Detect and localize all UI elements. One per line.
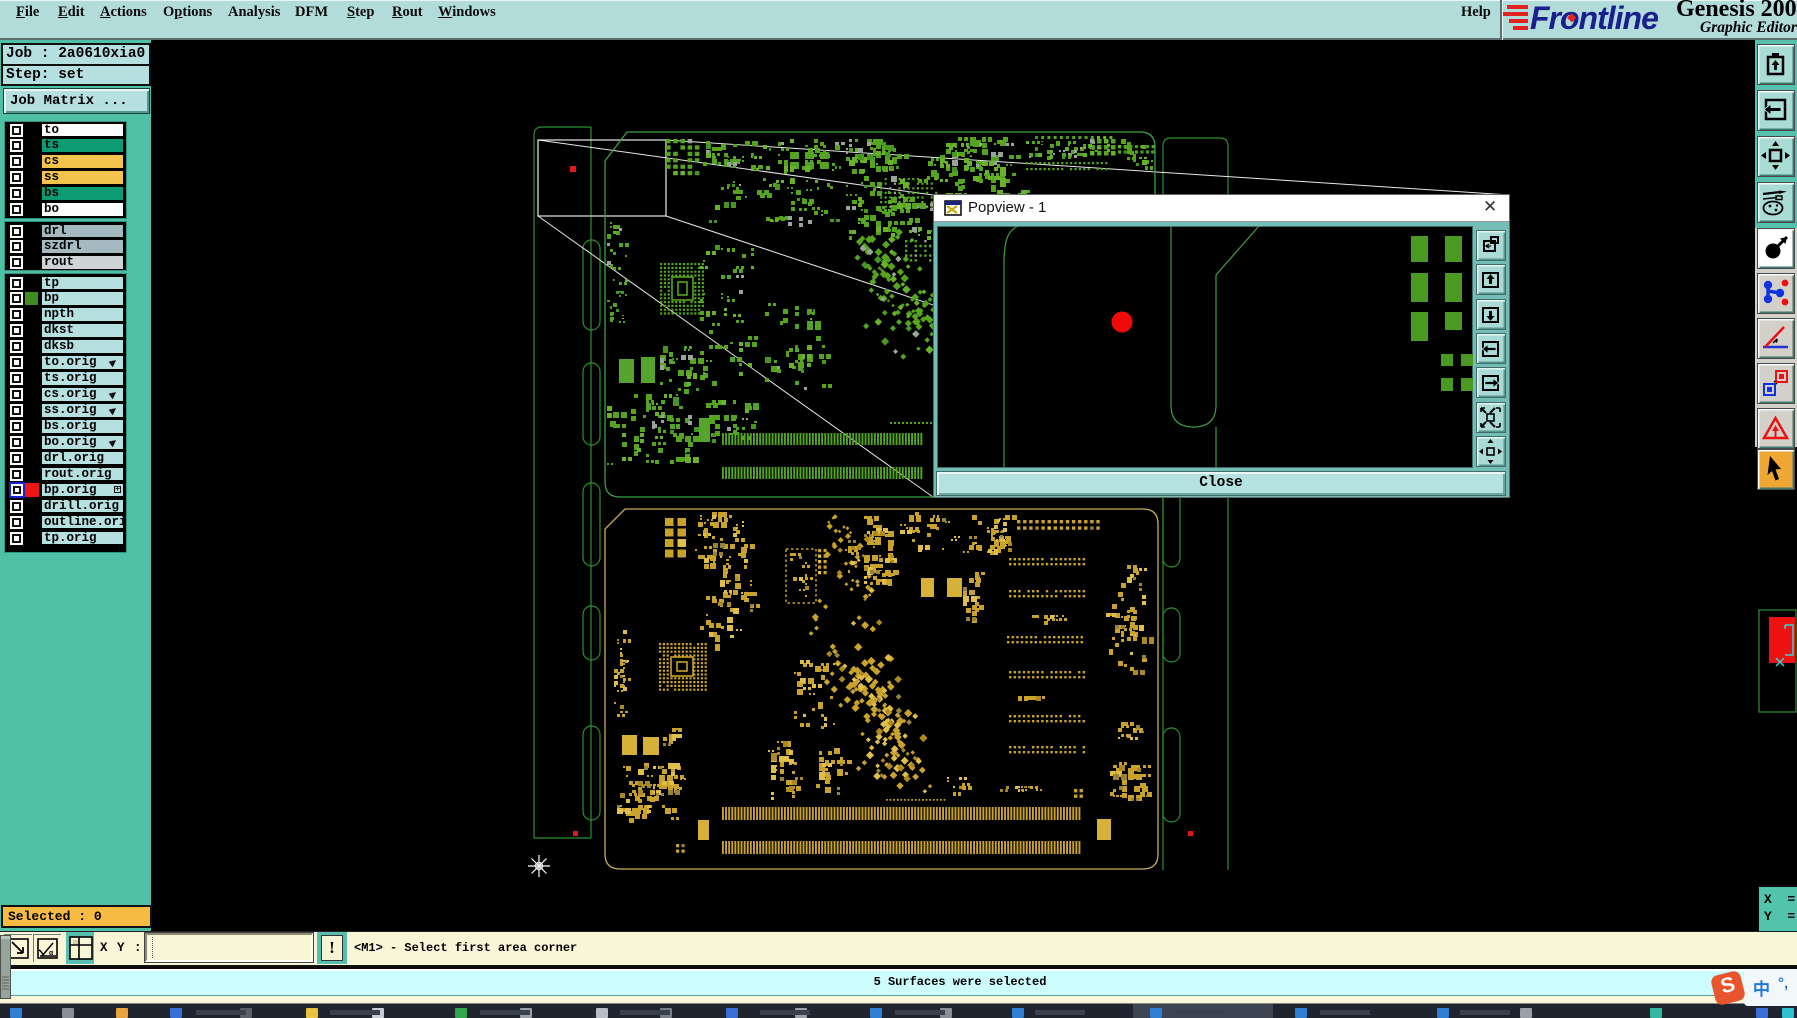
svg-text:Frontline: Frontline (1530, 0, 1658, 36)
